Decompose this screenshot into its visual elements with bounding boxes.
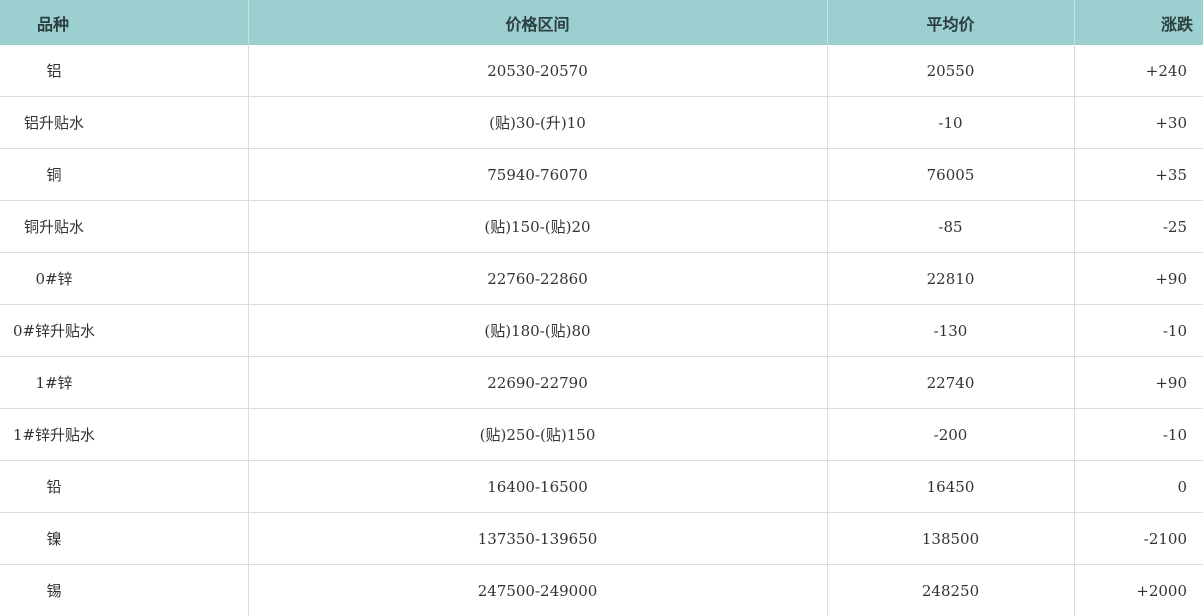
cell-variety: 铝升贴水 — [0, 97, 248, 149]
cell-change: +90 — [1074, 357, 1203, 409]
cell-price-range: 16400-16500 — [248, 461, 827, 513]
table-row: 铜 75940-7607076005+35 — [0, 149, 1203, 201]
table-row: 铝 20530-2057020550+240 — [0, 45, 1203, 97]
table-body: 铝20530-2057020550+240铝升贴水(贴)30-(升)10-10+… — [0, 45, 1203, 616]
header-price-range: 价格区间 — [248, 0, 827, 45]
cell-price-range: (贴)30-(升)10 — [248, 97, 827, 149]
variety-label: 铝 — [0, 60, 108, 81]
variety-label: 1#锌升贴水 — [0, 424, 108, 445]
cell-average-price: -130 — [827, 305, 1074, 357]
cell-price-range: 137350-139650 — [248, 513, 827, 565]
cell-variety: 铜 — [0, 149, 248, 201]
metal-price-table: 品种 价格区间 平均价 涨跌 铝20530-2057020550+240铝升贴水… — [0, 0, 1203, 616]
cell-price-range: (贴)250-(贴)150 — [248, 409, 827, 461]
cell-average-price: -200 — [827, 409, 1074, 461]
cell-price-range: 75940-76070 — [248, 149, 827, 201]
table-row: 0#锌升贴水 (贴)180-(贴)80-130-10 — [0, 305, 1203, 357]
cell-average-price: 20550 — [827, 45, 1074, 97]
cell-average-price: -85 — [827, 201, 1074, 253]
cell-average-price: 248250 — [827, 565, 1074, 616]
cell-average-price: 22810 — [827, 253, 1074, 305]
cell-variety: 1#锌 — [0, 357, 248, 409]
cell-change: +30 — [1074, 97, 1203, 149]
cell-price-range: (贴)180-(贴)80 — [248, 305, 827, 357]
cell-variety: 铝 — [0, 45, 248, 97]
cell-variety: 0#锌升贴水 — [0, 305, 248, 357]
cell-variety: 镍 — [0, 513, 248, 565]
cell-price-range: 22760-22860 — [248, 253, 827, 305]
table-row: 镍 137350-139650138500-2100 — [0, 513, 1203, 565]
cell-average-price: 16450 — [827, 461, 1074, 513]
variety-label: 铜 — [0, 164, 108, 185]
table-row: 铅 16400-16500164500 — [0, 461, 1203, 513]
variety-label: 铜升贴水 — [0, 216, 108, 237]
header-average-price: 平均价 — [827, 0, 1074, 45]
cell-average-price: 76005 — [827, 149, 1074, 201]
variety-label: 1#锌 — [0, 372, 108, 393]
cell-variety: 铜升贴水 — [0, 201, 248, 253]
cell-variety: 铅 — [0, 461, 248, 513]
cell-variety: 1#锌升贴水 — [0, 409, 248, 461]
cell-average-price: 22740 — [827, 357, 1074, 409]
table-row: 锡 247500-249000248250+2000 — [0, 565, 1203, 616]
cell-average-price: 138500 — [827, 513, 1074, 565]
header-variety: 品种 — [0, 0, 248, 45]
cell-change: +2000 — [1074, 565, 1203, 616]
cell-change: -25 — [1074, 201, 1203, 253]
cell-change: +90 — [1074, 253, 1203, 305]
table-header: 品种 价格区间 平均价 涨跌 — [0, 0, 1203, 45]
cell-change: +35 — [1074, 149, 1203, 201]
cell-change: +240 — [1074, 45, 1203, 97]
variety-label: 镍 — [0, 528, 108, 549]
variety-label: 0#锌升贴水 — [0, 320, 108, 341]
cell-price-range: 20530-20570 — [248, 45, 827, 97]
cell-variety: 0#锌 — [0, 253, 248, 305]
variety-label: 0#锌 — [0, 268, 108, 289]
table-row: 1#锌升贴水 (贴)250-(贴)150-200-10 — [0, 409, 1203, 461]
cell-variety: 锡 — [0, 565, 248, 616]
variety-label: 锡 — [0, 580, 108, 601]
cell-price-range: 247500-249000 — [248, 565, 827, 616]
variety-label: 铅 — [0, 476, 108, 497]
cell-price-range: (贴)150-(贴)20 — [248, 201, 827, 253]
table-row: 1#锌 22690-2279022740+90 — [0, 357, 1203, 409]
cell-average-price: -10 — [827, 97, 1074, 149]
header-change: 涨跌 — [1074, 0, 1203, 45]
cell-change: -10 — [1074, 305, 1203, 357]
cell-change: -2100 — [1074, 513, 1203, 565]
variety-label: 铝升贴水 — [0, 112, 108, 133]
table-row: 铜升贴水 (贴)150-(贴)20-85-25 — [0, 201, 1203, 253]
table-row: 铝升贴水 (贴)30-(升)10-10+30 — [0, 97, 1203, 149]
cell-price-range: 22690-22790 — [248, 357, 827, 409]
cell-change: 0 — [1074, 461, 1203, 513]
table-row: 0#锌 22760-2286022810+90 — [0, 253, 1203, 305]
cell-change: -10 — [1074, 409, 1203, 461]
header-row: 品种 价格区间 平均价 涨跌 — [0, 0, 1203, 45]
